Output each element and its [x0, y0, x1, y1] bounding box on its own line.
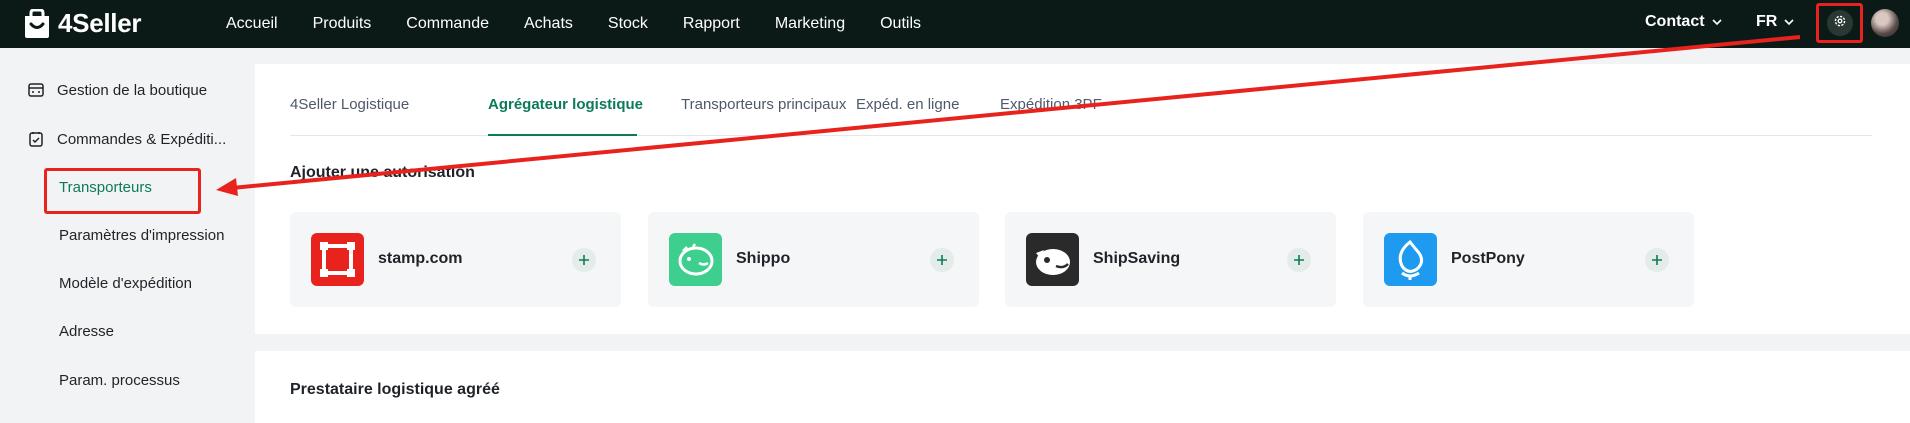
add-provider-button[interactable]	[572, 248, 596, 272]
provider-name: stamp.com	[378, 250, 463, 267]
nav-accueil[interactable]: Accueil	[226, 15, 278, 33]
provider-name: Shippo	[736, 250, 791, 267]
provider-card-stamp[interactable]: stamp.com	[290, 212, 621, 307]
sidebar-group-orders[interactable]: Commandes & Expéditi...	[27, 130, 226, 148]
provider-name: PostPony	[1451, 250, 1525, 267]
nav-achats[interactable]: Achats	[524, 15, 573, 33]
sidebar-group-store[interactable]: Gestion de la boutique	[27, 81, 207, 99]
contact-dropdown[interactable]: Contact	[1645, 13, 1722, 31]
tab-4seller-logistique[interactable]: 4Seller Logistique	[290, 96, 409, 113]
approved-provider-panel: Prestataire logistique agréé	[255, 351, 1910, 423]
sidebar-item-shipping-template[interactable]: Modèle d'expédition	[59, 275, 192, 292]
transporteurs-highlight-annotation	[44, 168, 201, 214]
nav-outils[interactable]: Outils	[880, 15, 921, 33]
nav-rapport[interactable]: Rapport	[683, 15, 740, 33]
postpony-logo-icon	[1384, 233, 1437, 286]
user-avatar[interactable]	[1871, 9, 1899, 37]
main-menu: Accueil Produits Commande Achats Stock R…	[226, 0, 956, 48]
store-icon	[27, 81, 45, 99]
language-label: FR	[1756, 13, 1778, 30]
sidebar-item-address[interactable]: Adresse	[59, 323, 114, 340]
contact-label: Contact	[1645, 13, 1705, 30]
tab-agregateur-logistique[interactable]: Agrégateur logistique	[488, 96, 643, 113]
add-provider-button[interactable]	[930, 248, 954, 272]
sidebar-item-print-settings[interactable]: Paramètres d'impression	[59, 227, 224, 244]
sidebar-item-process-settings[interactable]: Param. processus	[59, 372, 180, 389]
sidebar-group-orders-label: Commandes & Expéditi...	[57, 130, 227, 148]
settings-highlight-annotation	[1816, 3, 1863, 43]
approved-provider-title: Prestataire logistique agréé	[290, 381, 500, 398]
brand-name: 4Seller	[58, 8, 142, 38]
top-navigation-bar: 4Seller Accueil Produits Commande Achats…	[0, 0, 1910, 48]
bag-logo-icon	[22, 8, 52, 39]
provider-card-shipsaving[interactable]: ShipSaving	[1005, 212, 1336, 307]
provider-name: ShipSaving	[1093, 250, 1181, 267]
provider-card-postpony[interactable]: PostPony	[1363, 212, 1694, 307]
add-authorization-title: Ajouter une autorisation	[290, 164, 475, 181]
brand-logo[interactable]: 4Seller	[22, 8, 141, 39]
add-provider-button[interactable]	[1645, 248, 1669, 272]
language-dropdown[interactable]: FR	[1756, 13, 1794, 31]
nav-stock[interactable]: Stock	[608, 15, 648, 33]
shipsaving-logo-icon	[1026, 233, 1079, 286]
chevron-down-icon	[1784, 13, 1794, 31]
chevron-down-icon	[1711, 13, 1722, 31]
carrier-tabs: 4Seller Logistique Agrégateur logistique…	[290, 64, 1872, 136]
shippo-logo-icon	[669, 233, 722, 286]
tab-transporteurs-principaux[interactable]: Transporteurs principaux	[681, 96, 846, 113]
provider-card-shippo[interactable]: Shippo	[648, 212, 979, 307]
nav-produits[interactable]: Produits	[313, 15, 372, 33]
tab-exped-en-ligne[interactable]: Expéd. en ligne	[856, 96, 959, 113]
tab-expedition-3pf[interactable]: Expédition 3PF	[1000, 96, 1102, 113]
order-icon	[27, 130, 45, 148]
active-tab-indicator	[488, 134, 637, 136]
nav-commande[interactable]: Commande	[406, 15, 489, 33]
add-provider-button[interactable]	[1287, 248, 1311, 272]
stamp-logo-icon	[311, 233, 364, 286]
sidebar-group-store-label: Gestion de la boutique	[57, 81, 208, 99]
nav-marketing[interactable]: Marketing	[775, 15, 845, 33]
carriers-panel: 4Seller Logistique Agrégateur logistique…	[255, 64, 1910, 334]
